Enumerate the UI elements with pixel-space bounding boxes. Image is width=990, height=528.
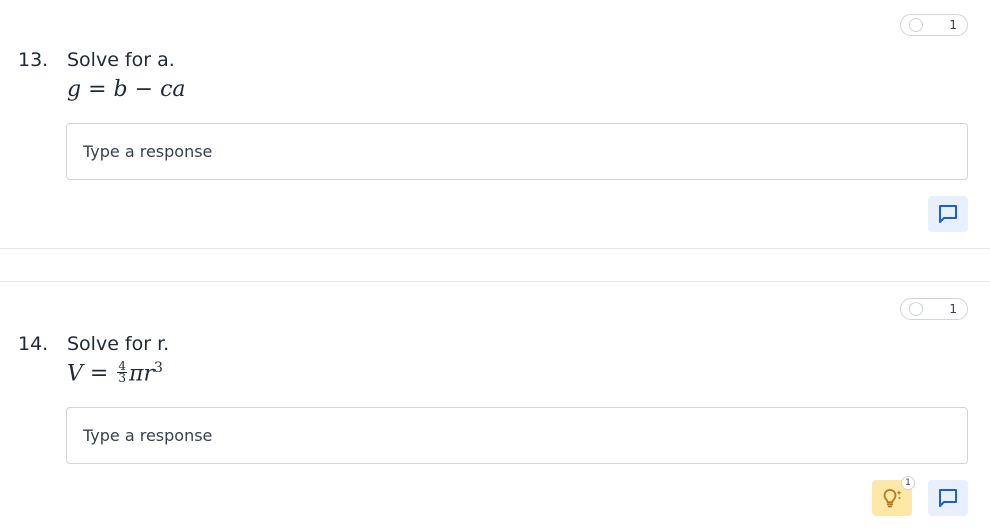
comment-button[interactable] [928,196,968,232]
question-number: 14. [18,333,49,355]
math-var: c [160,77,173,102]
math-fraction: 43 [117,360,127,385]
comment-icon [939,489,957,507]
question-number: 13. [18,49,49,71]
comment-icon [939,205,957,223]
question-14: 1 14. Solve for r. V=43πr3 1 [0,282,990,528]
hint-count-badge: 1 [901,476,915,490]
question-divider [0,249,990,282]
equation: g = b − ca [67,77,186,102]
response-input[interactable] [66,123,968,180]
math-var: g [67,77,82,102]
question-prompt: Solve for r. [67,333,170,355]
response-input[interactable] [66,407,968,464]
math-var: r [143,361,154,387]
lightbulb-icon [883,489,902,508]
equation: V = 4 3 πr3 [67,360,163,387]
math-var: b [113,77,128,102]
math-var: a [172,77,186,102]
radio-circle-icon [909,302,923,316]
points-toggle[interactable]: 1 [900,14,968,36]
question-13: 1 13. Solve for a. g = b − ca [0,0,990,249]
math-op: − [134,77,154,102]
math-op: = [89,361,109,387]
points-toggle[interactable]: 1 [900,298,968,320]
math-op: = [88,77,107,102]
math-exponent: 3 [153,360,163,376]
points-value: 1 [949,18,957,32]
fraction-denominator: 3 [118,370,126,385]
points-value: 1 [949,302,957,316]
radio-circle-icon [909,18,923,32]
math-var: V [67,361,83,387]
question-prompt: Solve for a. [67,49,175,71]
math-var: π [128,361,144,387]
comment-button[interactable] [928,480,968,516]
